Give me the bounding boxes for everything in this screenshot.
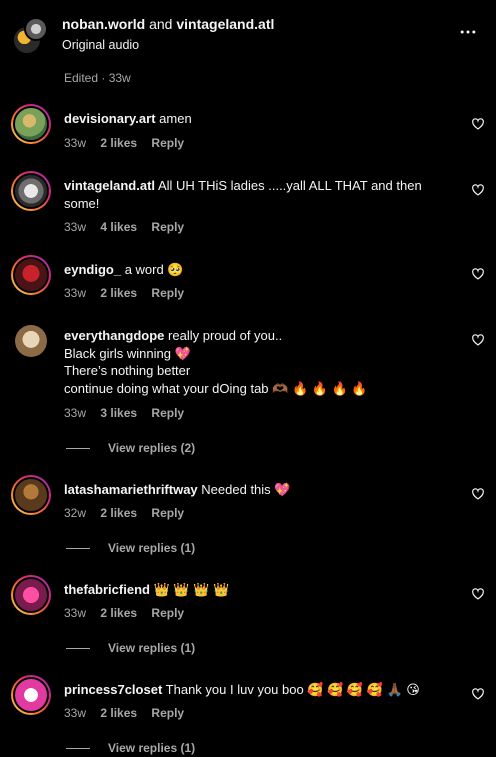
post-header: noban.world and vintageland.atl Original… xyxy=(0,0,496,90)
author-username[interactable]: vintageland.atl xyxy=(176,16,274,32)
avatar[interactable] xyxy=(11,575,51,615)
comment-text: princess7closet Thank you I luv you boo … xyxy=(64,681,454,699)
comment-username[interactable]: thefabricfiend xyxy=(64,582,150,597)
comment-age: 33w xyxy=(64,220,87,234)
likes-count[interactable]: 2 likes xyxy=(100,136,137,150)
comment-body: a word 🥺 xyxy=(124,262,184,277)
comment-text: thefabricfiend 👑 👑 👑 👑 xyxy=(64,581,454,599)
comment-meta: 32w 2 likes Reply xyxy=(64,506,195,520)
heart-outline-icon[interactable] xyxy=(471,687,485,701)
likes-count[interactable]: 2 likes xyxy=(100,606,137,620)
heart-outline-icon[interactable] xyxy=(471,487,485,501)
comment-age: 33w xyxy=(64,406,87,420)
comment-body: 👑 👑 👑 👑 xyxy=(153,582,230,597)
heart-outline-icon[interactable] xyxy=(471,267,485,281)
reply-button[interactable]: Reply xyxy=(151,406,184,420)
comment-meta: 33w 4 likes Reply xyxy=(64,220,195,234)
post-authors: noban.world and vintageland.atl xyxy=(62,16,274,32)
audio-label[interactable]: Original audio xyxy=(62,38,139,52)
comment-age: 33w xyxy=(64,706,87,720)
avatar[interactable] xyxy=(11,475,51,515)
comment-text: everythangdope really proud of you.. Bla… xyxy=(64,327,454,397)
replies-divider xyxy=(66,648,90,650)
view-replies-label[interactable]: View replies (1) xyxy=(108,641,195,655)
comment-meta: 33w 2 likes Reply xyxy=(64,706,195,720)
reply-button[interactable]: Reply xyxy=(151,286,184,300)
heart-outline-icon[interactable] xyxy=(471,587,485,601)
likes-count[interactable]: 3 likes xyxy=(100,406,137,420)
comment-username[interactable]: vintageland.atl xyxy=(64,178,155,193)
comment-age: 33w xyxy=(64,286,87,300)
reply-button[interactable]: Reply xyxy=(151,136,184,150)
view-replies-button[interactable]: View replies (1) xyxy=(66,541,195,555)
heart-outline-icon[interactable] xyxy=(471,333,485,347)
reply-button[interactable]: Reply xyxy=(151,606,184,620)
reply-button[interactable]: Reply xyxy=(151,220,184,234)
heart-outline-icon[interactable] xyxy=(471,117,485,131)
edited-timestamp: Edited · 33w xyxy=(64,71,131,85)
comment-body: Thank you I luv you boo 🥰 🥰 🥰 🥰 🙏🏾 😘 xyxy=(165,682,420,697)
avatar[interactable] xyxy=(11,255,51,295)
comment-username[interactable]: everythangdope xyxy=(64,328,164,343)
comment-age: 32w xyxy=(64,506,87,520)
heart-outline-icon[interactable] xyxy=(471,183,485,197)
avatar[interactable] xyxy=(11,321,51,361)
likes-count[interactable]: 2 likes xyxy=(100,506,137,520)
comment-meta: 33w 2 likes Reply xyxy=(64,136,195,150)
replies-divider xyxy=(66,548,90,550)
author-conjunction: and xyxy=(149,16,173,32)
comment-text: vintageland.atl All UH THiS ladies .....… xyxy=(64,177,454,212)
avatar[interactable] xyxy=(11,171,51,211)
likes-count[interactable]: 2 likes xyxy=(100,706,137,720)
more-horizontal-icon xyxy=(460,30,476,34)
comment-age: 33w xyxy=(64,136,87,150)
comment-text: latashamariethriftway Needed this 💖 xyxy=(64,481,454,499)
comment-username[interactable]: latashamariethriftway xyxy=(64,482,198,497)
comment-body: Needed this 💖 xyxy=(201,482,291,497)
comment-username[interactable]: devisionary.art xyxy=(64,111,156,126)
comment-text: devisionary.art amen xyxy=(64,110,454,128)
avatar[interactable] xyxy=(24,17,48,41)
comment-meta: 33w 2 likes Reply xyxy=(64,606,195,620)
avatar[interactable] xyxy=(11,104,51,144)
likes-count[interactable]: 2 likes xyxy=(100,286,137,300)
comment-body: amen xyxy=(159,111,192,126)
likes-count[interactable]: 4 likes xyxy=(100,220,137,234)
comment-meta: 33w 2 likes Reply xyxy=(64,286,195,300)
view-replies-label[interactable]: View replies (2) xyxy=(108,441,195,455)
comment-username[interactable]: princess7closet xyxy=(64,682,162,697)
author-username[interactable]: noban.world xyxy=(62,16,145,32)
reply-button[interactable]: Reply xyxy=(151,706,184,720)
replies-divider xyxy=(66,748,90,750)
view-replies-label[interactable]: View replies (1) xyxy=(108,541,195,555)
more-options-button[interactable] xyxy=(456,22,480,42)
comment-text: eyndigo_ a word 🥺 xyxy=(64,261,454,279)
comment-age: 33w xyxy=(64,606,87,620)
comment-username[interactable]: eyndigo_ xyxy=(64,262,121,277)
view-replies-label[interactable]: View replies (1) xyxy=(108,741,195,755)
collab-avatars[interactable] xyxy=(12,17,52,57)
view-replies-button[interactable]: View replies (1) xyxy=(66,641,195,655)
reply-button[interactable]: Reply xyxy=(151,506,184,520)
view-replies-button[interactable]: View replies (2) xyxy=(66,441,195,455)
avatar[interactable] xyxy=(11,675,51,715)
replies-divider xyxy=(66,448,90,450)
comment-meta: 33w 3 likes Reply xyxy=(64,406,195,420)
view-replies-button[interactable]: View replies (1) xyxy=(66,741,195,755)
